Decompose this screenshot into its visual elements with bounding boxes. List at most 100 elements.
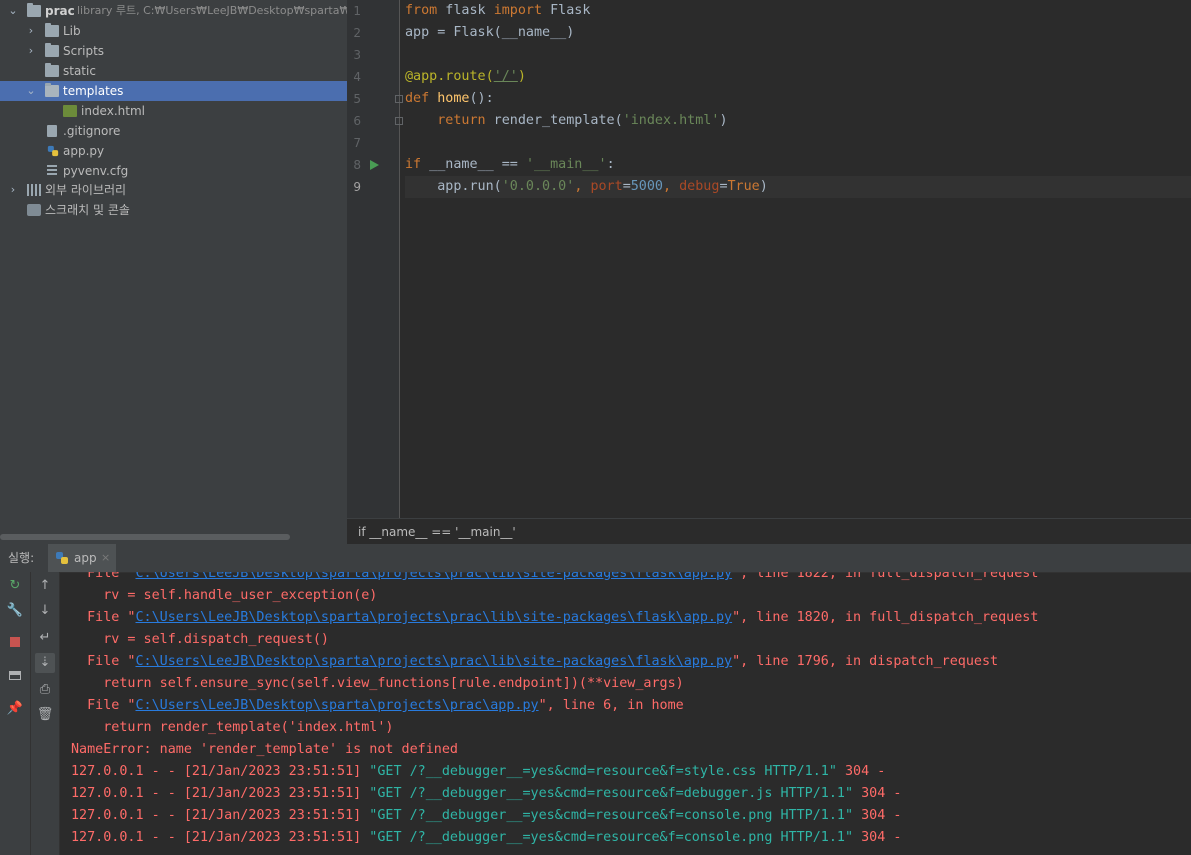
layout-icon[interactable]: [5, 666, 25, 686]
chevron-right-icon[interactable]: ›: [25, 41, 37, 61]
token-function-name: home: [437, 91, 470, 106]
tree-root-hint: library 루트, C:₩Users₩LeeJB₩Desktop₩spart…: [77, 4, 347, 17]
console-line: return render_template('index.html'): [71, 720, 394, 735]
token-text: =: [719, 179, 728, 194]
line-number: 1: [353, 4, 361, 18]
tree-root-prac[interactable]: ⌄ prac library 루트, C:₩Users₩LeeJB₩Deskto…: [0, 1, 347, 21]
tree-item-index-html[interactable]: index.html: [0, 101, 347, 121]
trash-icon[interactable]: 🗑: [35, 705, 55, 725]
console-line: rv = self.handle_user_exception(e): [71, 588, 378, 603]
console-text: ", line 1822, in full_dispatch_request: [732, 572, 1039, 581]
chevron-down-icon[interactable]: ⌄: [25, 81, 37, 101]
chevron-right-icon[interactable]: ›: [25, 21, 37, 41]
project-panel: ⌄ prac library 루트, C:₩Users₩LeeJB₩Deskto…: [0, 0, 347, 544]
console-text: File ": [71, 610, 136, 625]
token-keyword: def: [405, 91, 430, 106]
breadcrumb[interactable]: if __name__ == '__main__': [347, 518, 1191, 545]
config-file-icon: [47, 165, 57, 177]
token-text: ): [719, 113, 728, 128]
folder-icon: [27, 3, 41, 17]
token-text: ():: [469, 91, 494, 106]
arrow-up-icon[interactable]: ↑: [35, 576, 55, 596]
console-text: File ": [71, 698, 136, 713]
code-line-9: app.run('0.0.0.0', port=5000, debug=True…: [405, 176, 1191, 198]
chevron-right-icon[interactable]: ›: [7, 180, 19, 200]
print-icon[interactable]: ⎙: [35, 680, 55, 700]
console-text: 304 -: [836, 764, 886, 779]
library-icon: [27, 184, 41, 196]
console-text: 127.0.0.1 - - [21/Jan/2023 23:51:51]: [71, 764, 370, 779]
tree-item-templates[interactable]: ⌄ templates: [0, 81, 347, 101]
scratch-icon: [27, 204, 41, 216]
file-link[interactable]: C:\Users\LeeJB\Desktop\sparta\projects\p…: [136, 654, 733, 669]
scroll-to-end-icon[interactable]: ⇣: [35, 653, 55, 673]
rerun-icon[interactable]: ↻: [5, 576, 25, 596]
console-text: 127.0.0.1 - - [21/Jan/2023 23:51:51]: [71, 830, 370, 845]
code-line-5: def home():: [405, 88, 1191, 110]
python-file-icon: [47, 145, 59, 157]
code-line-2: app = Flask(__name__): [405, 22, 1191, 44]
stop-icon[interactable]: [5, 632, 25, 652]
tree-item-scratches[interactable]: 스크래치 및 콘솔: [0, 200, 347, 220]
token-text: app.run(: [405, 179, 502, 194]
close-icon[interactable]: ×: [101, 544, 110, 572]
console-text: ", line 1820, in full_dispatch_request: [732, 610, 1039, 625]
tree-item-lib[interactable]: › Lib: [0, 21, 347, 41]
console-text: ", line 1796, in dispatch_request: [732, 654, 999, 669]
breadcrumb-item[interactable]: if __name__ == '__main__': [358, 525, 516, 539]
fold-icon[interactable]: [395, 117, 403, 125]
token-keyword: True: [727, 179, 760, 194]
chevron-down-icon[interactable]: ⌄: [7, 1, 19, 21]
tree-item-scripts[interactable]: › Scripts: [0, 41, 347, 61]
fold-icon[interactable]: [395, 95, 403, 103]
folder-icon: [45, 43, 59, 57]
pin-icon[interactable]: 📌: [5, 699, 25, 719]
console-text: 304 -: [853, 808, 902, 823]
run-toolbar-right: ↑ ↓ ↵ ⇣ ⎙ 🗑: [31, 572, 60, 855]
console-line: 127.0.0.1 - - [21/Jan/2023 23:51:51] "GE…: [71, 761, 885, 783]
console-line: File "C:\Users\LeeJB\Desktop\sparta\proj…: [71, 607, 1038, 629]
editor-gutter: 1 2 3 4 5 6 7 8 9: [347, 0, 403, 518]
code-line-1: from flask import Flask: [405, 0, 1191, 22]
console-text: File ": [71, 654, 136, 669]
token-keyword-arg: port: [590, 179, 623, 194]
run-header: 실행: app ×: [0, 544, 1191, 573]
tree-item-external-libraries[interactable]: › 외부 라이브러리: [0, 180, 347, 200]
tab-app[interactable]: app ×: [48, 544, 116, 572]
folder-icon: [45, 63, 59, 77]
token-comma: ,: [663, 179, 680, 194]
line-number: 6: [353, 114, 361, 128]
tree-item-label: .gitignore: [63, 124, 121, 138]
horizontal-scrollbar[interactable]: [0, 534, 290, 540]
token-string: 'index.html': [622, 113, 720, 128]
line-number: 3: [353, 48, 361, 62]
file-link[interactable]: C:\Users\LeeJB\Desktop\sparta\projects\p…: [136, 610, 733, 625]
run-panel: 실행: app × ↻ 🔧 📌 ↑ ↓ ↵ ⇣ ⎙ 🗑 File "C:\Use…: [0, 544, 1191, 855]
token-string: '__main__': [525, 157, 607, 172]
folder-icon: [45, 23, 59, 37]
tree-item-app-py[interactable]: app.py: [0, 141, 347, 161]
wrench-icon[interactable]: 🔧: [5, 601, 25, 621]
token-text: render_template(: [485, 113, 623, 128]
file-icon: [47, 125, 57, 137]
run-gutter-icon[interactable]: [370, 160, 379, 170]
code-line-8: if __name__ == '__main__':: [405, 154, 1191, 176]
tree-item-label: pyvenv.cfg: [63, 164, 129, 178]
file-link[interactable]: C:\Users\LeeJB\Desktop\sparta\projects\p…: [136, 698, 539, 713]
token-text: __name__ ==: [421, 157, 526, 172]
console-text: 304 -: [853, 786, 902, 801]
file-link[interactable]: C:\Users\LeeJB\Desktop\sparta\projects\p…: [136, 572, 733, 581]
console-text: 304 -: [853, 830, 902, 845]
console-line: 127.0.0.1 - - [21/Jan/2023 23:51:51] "GE…: [71, 783, 901, 805]
token-text: =: [622, 179, 631, 194]
run-panel-title: 실행:: [8, 551, 35, 565]
html-file-icon: [63, 105, 77, 117]
tree-item-static[interactable]: static: [0, 61, 347, 81]
arrow-down-icon[interactable]: ↓: [35, 601, 55, 621]
console-output[interactable]: File "C:\Users\LeeJB\Desktop\sparta\proj…: [60, 572, 1191, 855]
tree-item-pyvenv-cfg[interactable]: pyvenv.cfg: [0, 161, 347, 181]
soft-wrap-icon[interactable]: ↵: [35, 628, 55, 648]
tree-item-gitignore[interactable]: .gitignore: [0, 121, 347, 141]
code-editor[interactable]: 1 2 3 4 5 6 7 8 9 from flask import Flas…: [347, 0, 1191, 545]
